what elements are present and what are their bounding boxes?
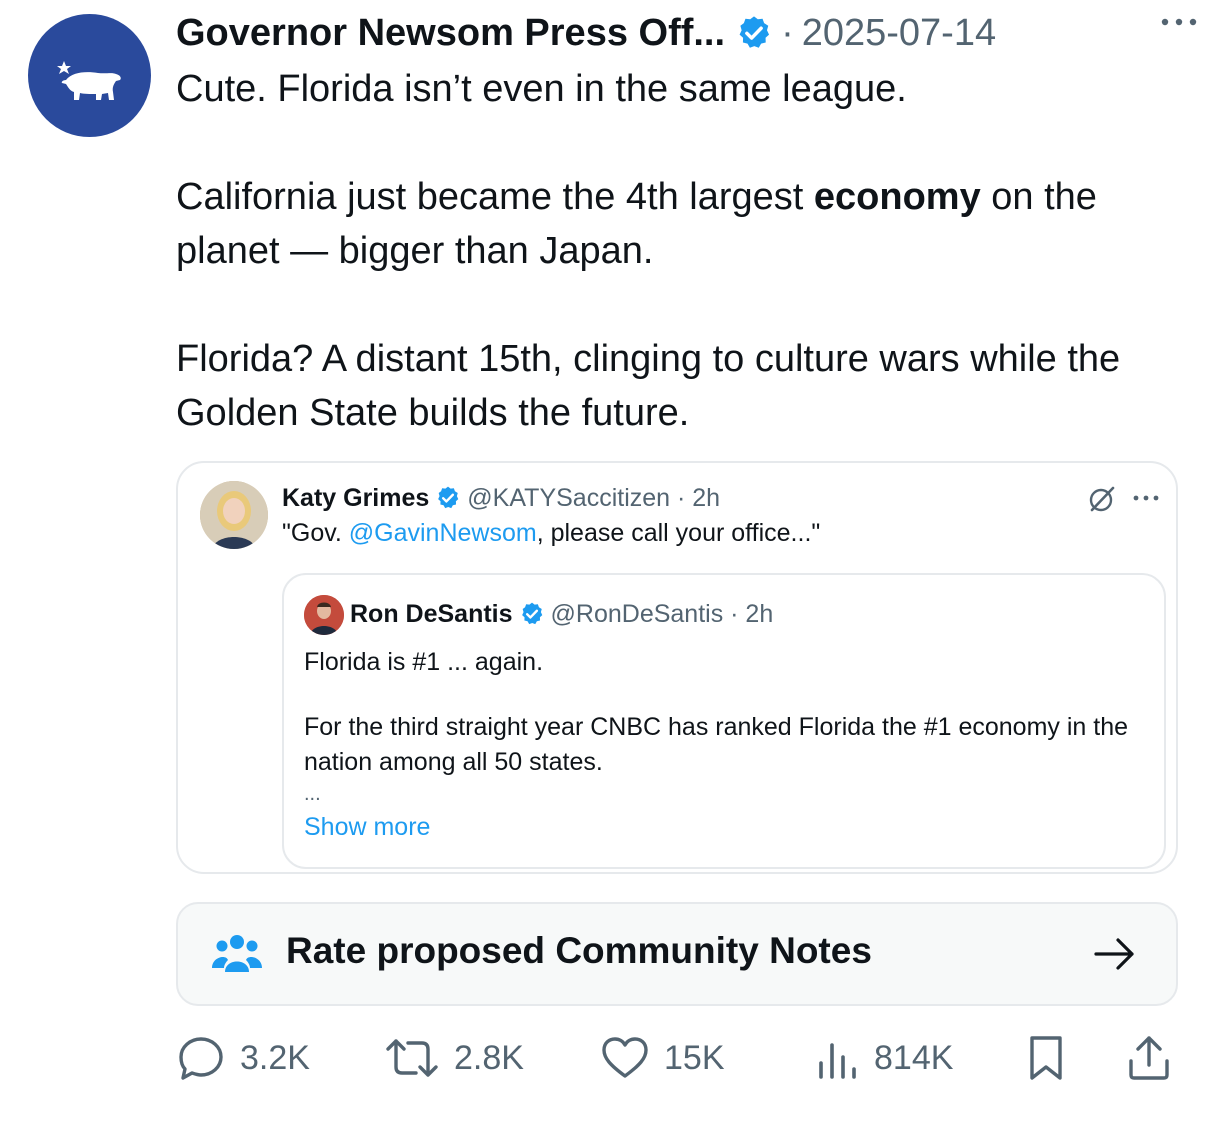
- author-avatar[interactable]: [28, 14, 151, 137]
- bookmark-button[interactable]: [1026, 1030, 1080, 1086]
- post-paragraph-3: Florida? A distant 15th, clinging to cul…: [176, 338, 1121, 434]
- verified-badge-icon: [739, 16, 770, 48]
- nested-line-2: For the third straight year CNBC has ran…: [304, 713, 1129, 776]
- arrow-right-icon: [1094, 938, 1134, 970]
- views-count: 814K: [874, 1038, 954, 1077]
- bold-word: economy: [813, 176, 981, 218]
- quote-author-avatar[interactable]: [200, 481, 268, 549]
- header-separator: ·: [781, 11, 794, 54]
- quote-text: "Gov. @GavinNewsom, please call your off…: [282, 519, 821, 547]
- nested-handle-time: @RonDeSantis · 2h: [550, 599, 774, 628]
- repost-icon: [386, 1039, 438, 1077]
- repost-button[interactable]: 2.8K: [384, 1030, 524, 1086]
- quote-author-name[interactable]: Katy Grimes: [282, 484, 429, 513]
- community-notes-banner[interactable]: Rate proposed Community Notes: [176, 902, 1178, 1006]
- like-button[interactable]: 15K: [600, 1030, 725, 1086]
- reply-button[interactable]: 3.2K: [176, 1030, 310, 1086]
- like-icon: [602, 1037, 648, 1078]
- verified-badge-icon: [521, 602, 542, 625]
- quoted-post[interactable]: Katy Grimes @KATYSaccitizen · 2h "Gov. @…: [176, 461, 1178, 874]
- action-bar: 3.2K 2.8K 15K 814K: [176, 1030, 1186, 1090]
- repost-count: 2.8K: [454, 1038, 524, 1077]
- post-header: Governor Newsom Press Off... · 2025-07-1…: [176, 10, 1186, 56]
- nested-line-1: Florida is #1 ... again.: [304, 648, 544, 676]
- nested-author-name[interactable]: Ron DeSantis: [350, 600, 513, 629]
- nested-ellipsis: ...: [304, 783, 321, 805]
- more-icon[interactable]: [1130, 489, 1162, 507]
- post-paragraph-1: Cute. Florida isn’t even in the same lea…: [176, 68, 907, 110]
- show-more-link[interactable]: Show more: [304, 810, 1144, 844]
- post-text: Cute. Florida isn’t even in the same lea…: [176, 62, 1186, 440]
- reply-count: 3.2K: [240, 1038, 310, 1077]
- quote-handle-time: @KATYSaccitizen · 2h: [467, 483, 721, 512]
- share-icon: [1129, 1036, 1169, 1080]
- mention-link[interactable]: @GavinNewsom: [349, 519, 537, 547]
- nested-text: Florida is #1 ... again. For the third s…: [304, 645, 1144, 844]
- post-paragraph-2: California just became the 4th largest e…: [176, 176, 1097, 272]
- bookmark-icon: [1030, 1036, 1062, 1080]
- nested-quoted-post[interactable]: Ron DeSantis @RonDeSantis · 2h Florida i…: [282, 573, 1166, 869]
- author-name[interactable]: Governor Newsom Press Off...: [176, 12, 725, 55]
- reply-icon: [179, 1037, 223, 1080]
- views-icon: [819, 1043, 856, 1079]
- views-button[interactable]: 814K: [816, 1030, 953, 1086]
- nested-header: Ron DeSantis @RonDeSantis · 2h: [350, 597, 773, 631]
- quote-header: Katy Grimes @KATYSaccitizen · 2h: [282, 481, 720, 515]
- share-button[interactable]: [1124, 1030, 1188, 1086]
- grok-icon[interactable]: [1086, 483, 1118, 515]
- verified-badge-icon: [438, 486, 459, 509]
- like-count: 15K: [664, 1038, 725, 1077]
- community-notes-label: Rate proposed Community Notes: [286, 930, 872, 971]
- community-notes-people-icon: [212, 935, 262, 972]
- more-icon[interactable]: [1158, 10, 1200, 34]
- nested-author-avatar[interactable]: [304, 595, 344, 635]
- post-date[interactable]: 2025-07-14: [802, 12, 996, 55]
- california-bear-logo: [57, 61, 121, 100]
